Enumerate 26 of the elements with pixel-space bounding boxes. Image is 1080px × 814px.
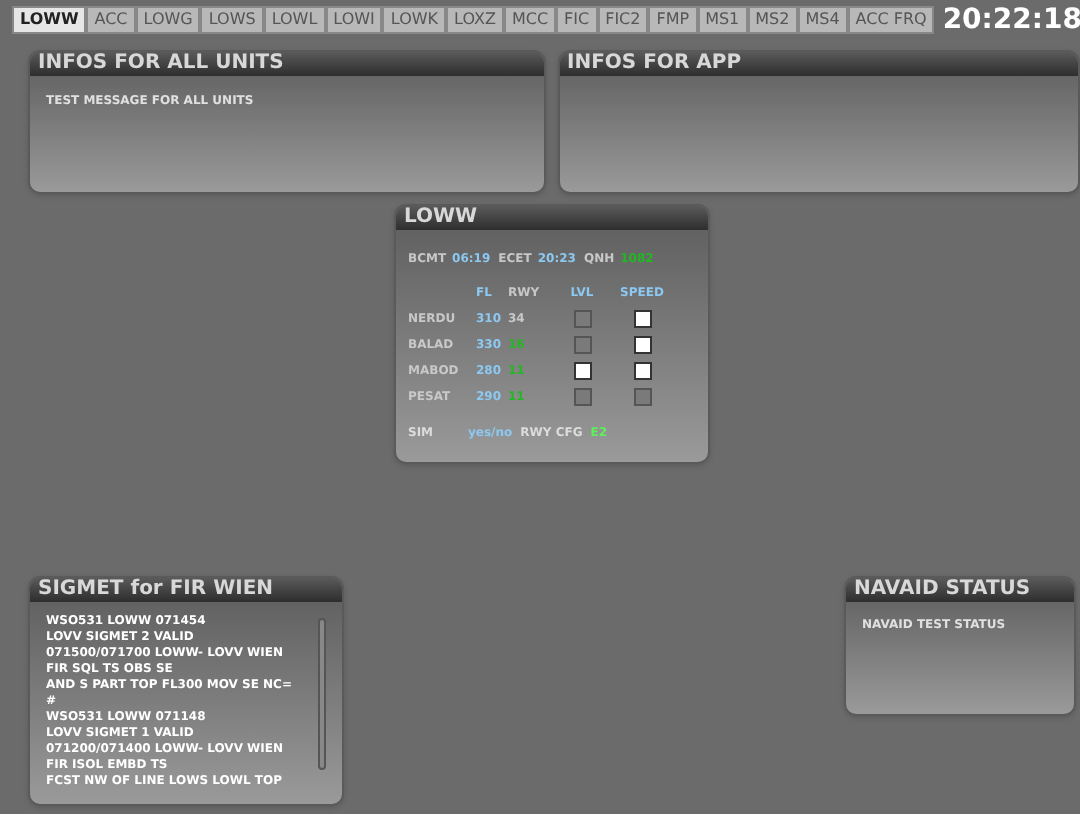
- tab[interactable]: ACC: [86, 6, 136, 34]
- panel-title: INFOS FOR APP: [567, 54, 742, 74]
- tab[interactable]: FIC2: [597, 6, 649, 34]
- tab[interactable]: LOWI: [325, 6, 383, 34]
- checkbox[interactable]: [633, 362, 651, 380]
- panel-title: LOWW: [404, 208, 478, 228]
- tab[interactable]: LOXZ: [446, 6, 504, 34]
- scrollbar[interactable]: [318, 618, 326, 770]
- tab[interactable]: LOWS: [200, 6, 264, 34]
- checkbox[interactable]: [633, 310, 651, 328]
- tab[interactable]: LOWW: [12, 6, 87, 34]
- tab[interactable]: ACC FRQ: [847, 6, 935, 34]
- tab[interactable]: LOWK: [382, 6, 447, 34]
- checkbox[interactable]: [633, 336, 651, 354]
- panel-title: SIGMET for FIR WIEN: [38, 580, 274, 600]
- tab[interactable]: MCC: [503, 6, 557, 34]
- tab[interactable]: LOWL: [263, 6, 326, 34]
- panel-title: INFOS FOR ALL UNITS: [38, 54, 284, 74]
- tab[interactable]: MS4: [797, 6, 848, 34]
- tab[interactable]: FMP: [648, 6, 698, 34]
- tab[interactable]: LOWG: [135, 6, 201, 34]
- tab[interactable]: MS1: [697, 6, 748, 34]
- tab[interactable]: FIC: [556, 6, 598, 34]
- checkbox[interactable]: [573, 362, 591, 380]
- tab[interactable]: MS2: [747, 6, 798, 34]
- panel-title: NAVAID STATUS: [854, 580, 1031, 600]
